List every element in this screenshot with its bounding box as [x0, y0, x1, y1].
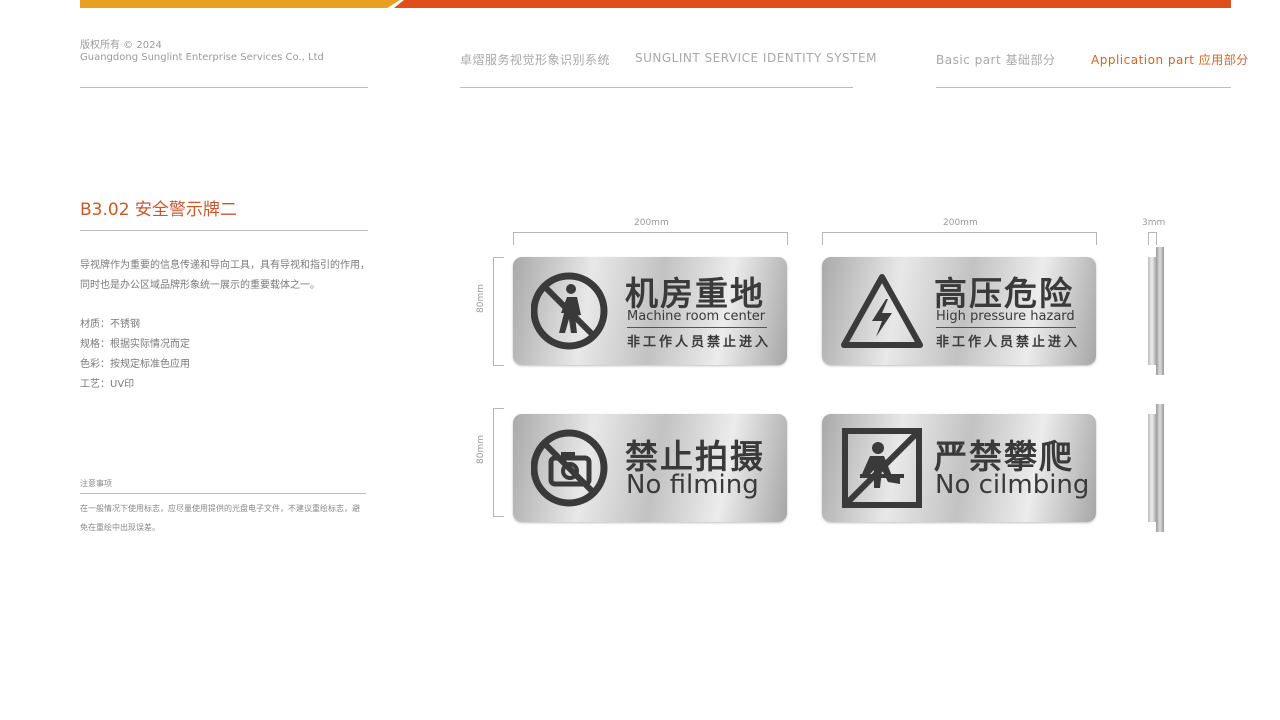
no-camera-icon [531, 429, 608, 507]
header-divider-center [460, 87, 853, 88]
top-accent-bar-yellow [80, 0, 400, 8]
section-title: B3.02 安全警示牌二 [80, 200, 237, 220]
sign-2-subtitle-cn: 非工作人员禁止进入 [936, 335, 1081, 350]
sign-edge-mount-1 [1156, 247, 1164, 375]
height-dimline-1 [493, 257, 504, 366]
sign-machine-room: 机房重地 Machine room center 非工作人员禁止进入 [513, 257, 787, 365]
sign-1-title-cn: 机房重地 [625, 274, 765, 313]
sign-2-title-en: High pressure hazard [936, 309, 1075, 324]
sign-no-filming: 禁止拍摄 No filming [513, 414, 787, 522]
spec-size: 规格：根据实际情况而定 [80, 339, 190, 350]
sign-4-title-en: No cilmbing [935, 470, 1090, 500]
sign-high-pressure: 高压危险 High pressure hazard 非工作人员禁止进入 [822, 257, 1096, 365]
copyright-text: 版权所有 © 2024 [80, 40, 162, 51]
spec-material: 材质：不锈钢 [80, 319, 140, 330]
sign-1-subtitle-cn: 非工作人员禁止进入 [627, 335, 772, 350]
sign-1-title-en: Machine room center [627, 309, 766, 324]
height-label-1: 80mm [476, 284, 486, 313]
spec-process: 工艺：UV印 [80, 379, 135, 390]
sign-no-climbing: 严禁攀爬 No cilmbing [822, 414, 1096, 522]
width-label-1: 200mm [634, 218, 669, 228]
high-voltage-icon [841, 274, 923, 348]
description-line-1: 导视牌作为重要的信息传递和导向工具，具有导视和指引的作用， [80, 260, 370, 271]
sign-edge-view-1 [1148, 257, 1156, 365]
width-label-2: 200mm [943, 218, 978, 228]
height-dimline-2 [493, 408, 504, 517]
note-line-2: 免在重绘中出现误差。 [80, 523, 160, 532]
thickness-label: 3mm [1142, 218, 1166, 228]
no-pedestrian-icon [531, 272, 608, 350]
width-dimline-1 [513, 232, 788, 245]
sign-edge-view-2 [1148, 414, 1156, 522]
width-dimline-2 [822, 232, 1097, 245]
system-title-cn: 卓熠服务视觉形象识别系统 [460, 53, 611, 67]
top-accent-bar-orange [394, 0, 1231, 8]
sign-2-title-cn: 高压危险 [934, 274, 1074, 313]
company-name: Guangdong Sunglint Enterprise Services C… [80, 52, 324, 63]
header-divider-right [936, 87, 1231, 88]
thickness-dimline [1148, 232, 1157, 245]
sign-3-title-en: No filming [626, 470, 759, 500]
section-title-divider [80, 230, 368, 231]
note-divider [80, 493, 366, 494]
sign-1-separator [627, 327, 767, 328]
description-line-2: 同时也是办公区域品牌形象统一展示的重要载体之一。 [80, 280, 320, 291]
nav-application-part[interactable]: Application part 应用部分 [1091, 51, 1249, 68]
height-label-2: 80mm [476, 435, 486, 464]
spec-color: 色彩：按规定标准色应用 [80, 359, 190, 370]
note-title: 注意事项 [80, 479, 112, 488]
nav-basic-part[interactable]: Basic part 基础部分 [936, 51, 1056, 68]
header-divider-left [80, 87, 368, 88]
sign-2-separator [936, 327, 1076, 328]
note-line-1: 在一般情况下使用标志，应尽量使用提供的光盘电子文件，不建议重绘标志，避 [80, 504, 360, 513]
sign-edge-mount-2 [1156, 404, 1164, 532]
no-climbing-icon [842, 428, 922, 508]
system-title-en: SUNGLINT SERVICE IDENTITY SYSTEM [635, 51, 877, 65]
